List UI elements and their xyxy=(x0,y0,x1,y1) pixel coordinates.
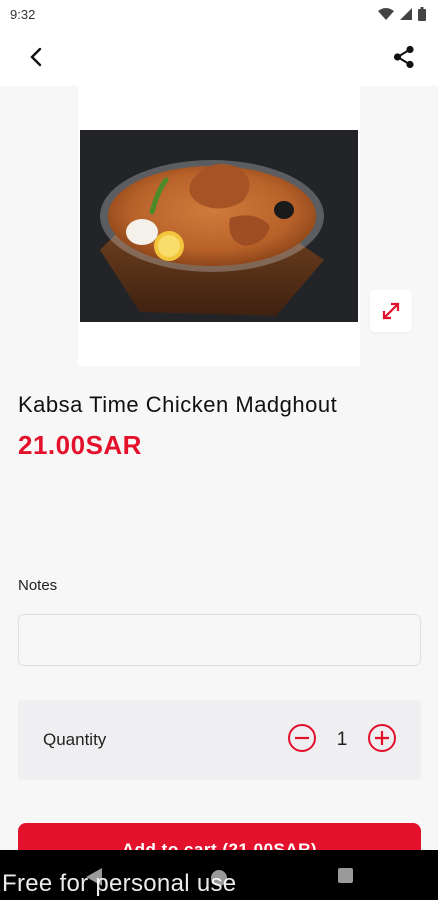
increment-button[interactable] xyxy=(367,723,397,758)
notes-label: Notes xyxy=(18,577,58,594)
battery-icon xyxy=(418,7,426,21)
wifi-icon xyxy=(378,8,394,20)
status-icons xyxy=(378,7,426,21)
product-price: 21.00SAR xyxy=(18,430,142,460)
food-photo xyxy=(80,130,358,322)
product-title: Kabsa Time Chicken Madghout xyxy=(18,392,338,417)
signal-icon xyxy=(400,8,412,20)
share-icon xyxy=(393,45,414,69)
product-image-card xyxy=(78,86,360,366)
watermark-text: Free for personal use xyxy=(2,870,237,897)
chevron-left-icon xyxy=(30,47,42,67)
top-app-bar xyxy=(0,28,438,86)
share-button[interactable] xyxy=(388,41,420,73)
product-photo[interactable] xyxy=(80,130,358,322)
quantity-value: 1 xyxy=(336,729,348,750)
status-time: 9:32 xyxy=(10,6,36,22)
notes-input[interactable] xyxy=(18,614,421,666)
decrement-button[interactable] xyxy=(287,723,317,758)
back-button[interactable] xyxy=(20,41,52,73)
quantity-label: Quantity xyxy=(43,730,107,749)
expand-image-button[interactable] xyxy=(370,290,412,332)
expand-icon xyxy=(382,302,400,320)
plus-circle-icon xyxy=(368,723,396,752)
nav-recents-icon[interactable] xyxy=(338,868,353,883)
quantity-stepper: 1 xyxy=(287,723,397,758)
minus-circle-icon xyxy=(288,723,316,752)
quantity-panel: Quantity 1 xyxy=(18,700,421,780)
status-bar: 9:32 xyxy=(0,0,438,28)
